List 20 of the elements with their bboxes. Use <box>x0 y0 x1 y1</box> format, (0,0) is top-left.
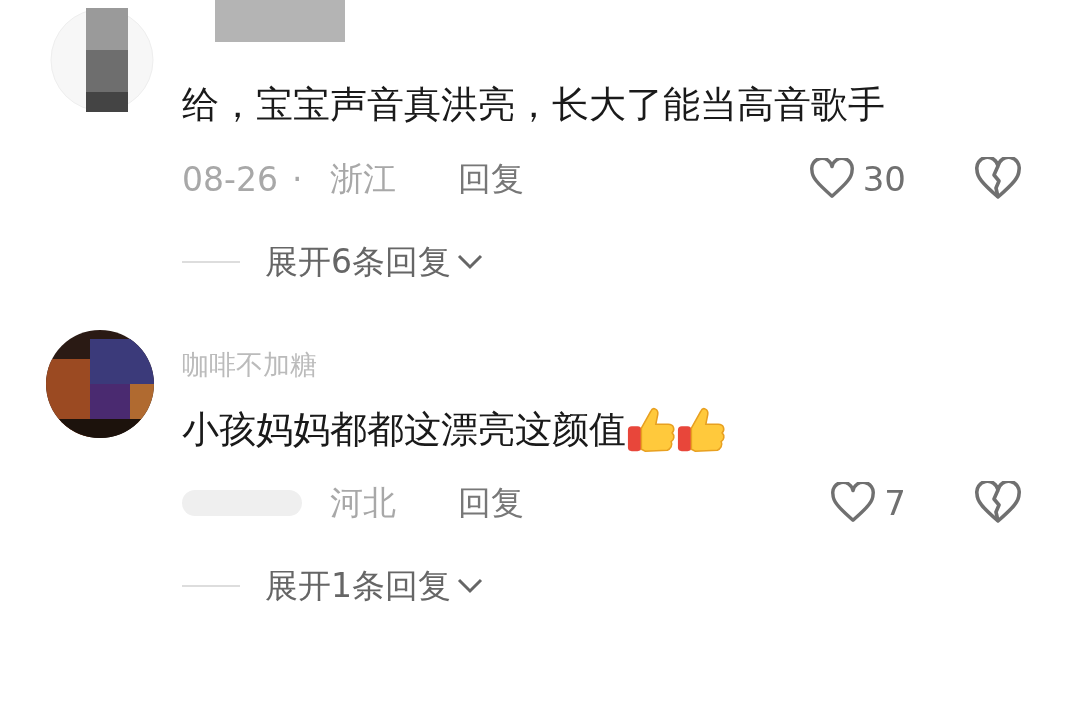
expand-replies-link[interactable]: 展开6条回复 <box>265 239 451 285</box>
like-count: 30 <box>862 159 906 199</box>
expand-replies-link[interactable]: 展开1条回复 <box>265 563 451 609</box>
comment-text: 小孩妈妈都都这漂亮这颜值 <box>182 407 626 453</box>
reply-link[interactable]: 回复 <box>458 480 524 526</box>
broken-heart-icon[interactable] <box>974 481 1022 525</box>
heart-icon[interactable] <box>830 482 877 524</box>
reply-link[interactable]: 回复 <box>458 156 524 202</box>
thumbs-up-icon <box>676 405 726 455</box>
broken-heart-icon[interactable] <box>974 157 1022 201</box>
like-count: 7 <box>884 483 906 523</box>
heart-icon[interactable] <box>808 158 855 200</box>
chevron-down-icon[interactable] <box>457 578 483 594</box>
thumbs-up-icon <box>626 405 676 455</box>
comment-region: 河北 <box>330 481 397 524</box>
separator-dot: · <box>291 159 303 199</box>
comment-region: 浙江 <box>330 157 397 200</box>
comment-text: 给，宝宝声音真洪亮，长大了能当高音歌手 <box>182 82 885 128</box>
comment-date: 08-26 <box>182 159 278 199</box>
chevron-down-icon[interactable] <box>457 254 483 270</box>
